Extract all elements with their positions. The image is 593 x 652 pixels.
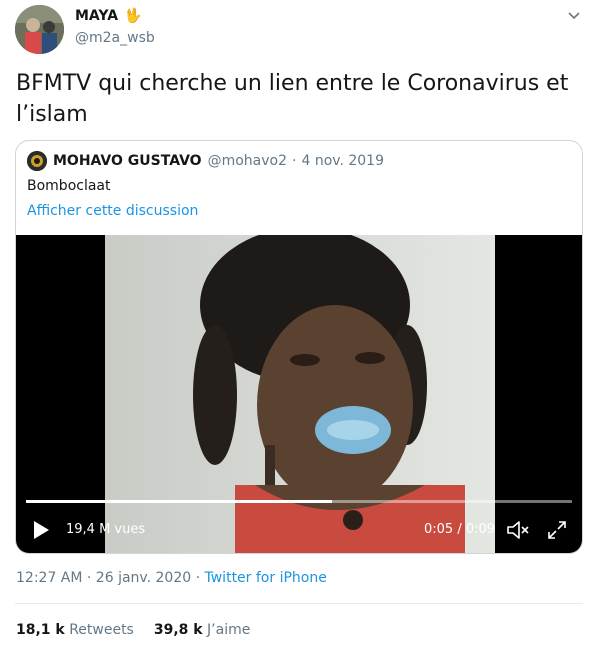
likes-count: 39,8 k (153, 622, 203, 638)
play-icon[interactable] (32, 520, 50, 540)
author-name[interactable]: MAYA (75, 8, 118, 24)
video-time: 0:05 / 0:09 (424, 522, 496, 537)
retweets-stat[interactable]: 18,1 k Retweets (16, 622, 134, 638)
retweets-count: 18,1 k (16, 622, 65, 638)
quote-author-name: MOHAVO GUSTAVO (53, 153, 202, 169)
tweet-timestamp[interactable]: 12:27 AM · 26 janv. 2020 (16, 570, 191, 586)
engagement-stats: 18,1 k Retweets 39,8 k J’aime (16, 622, 250, 638)
show-thread-link[interactable]: Afficher cette discussion (27, 203, 198, 219)
quote-avatar (27, 151, 47, 171)
author-handle[interactable]: @m2a_wsb (75, 30, 155, 46)
progress-bar[interactable] (26, 500, 572, 503)
likes-stat[interactable]: 39,8 k J’aime (154, 622, 251, 638)
tweet-source-link[interactable]: Twitter for iPhone (205, 570, 327, 586)
progress-fill (26, 500, 332, 503)
quote-author-handle: @mohavo2 (207, 153, 288, 169)
meta-separator: · (195, 570, 205, 586)
view-count: 19,4 M vues (66, 522, 146, 537)
vulcan-salute-emoji: 🖖 (124, 8, 142, 24)
retweets-label: Retweets (69, 622, 134, 638)
volume-muted-icon[interactable] (506, 519, 530, 541)
quote-date: 4 nov. 2019 (301, 153, 384, 169)
quote-text: Bomboclaat (27, 178, 111, 194)
video-frame (105, 235, 495, 553)
chevron-down-icon[interactable] (565, 6, 583, 24)
quote-separator: · (292, 153, 297, 169)
tweet-text: BFMTV qui cherche un lien entre le Coron… (16, 71, 569, 127)
author-avatar[interactable] (15, 5, 64, 54)
likes-label: J’aime (207, 622, 251, 638)
quoted-tweet[interactable]: MOHAVO GUSTAVO @mohavo2 · 4 nov. 2019 Bo… (15, 140, 583, 554)
divider (15, 603, 583, 604)
fullscreen-icon[interactable] (546, 519, 568, 541)
video-player[interactable]: 19,4 M vues 0:05 / 0:09 (16, 235, 582, 553)
